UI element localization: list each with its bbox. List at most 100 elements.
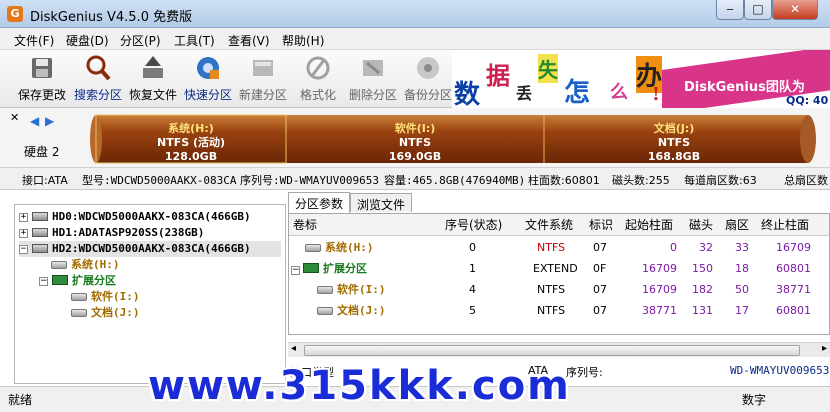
quick-partition-icon <box>197 57 219 79</box>
expand-icon[interactable]: + <box>19 213 28 222</box>
extended-partition-icon <box>52 275 68 285</box>
row-index: 0 <box>469 241 476 254</box>
row-index: 5 <box>469 304 476 317</box>
title-bar: G DiskGenius V4.5.0 免费版 ‒ □ ✕ <box>0 0 830 28</box>
numlock-indicator: 数字 <box>742 393 767 407</box>
prev-disk-icon[interactable]: ◀ <box>30 114 39 128</box>
row-head: 182 <box>692 283 713 296</box>
banner-char: ! <box>652 84 660 105</box>
partition-fs: NTFS <box>657 136 691 149</box>
banner-char: 么 <box>610 82 628 103</box>
row-fs: NTFS <box>537 283 566 296</box>
row-id: 0F <box>593 262 607 275</box>
row-head: 150 <box>692 262 713 275</box>
partition-block-documents[interactable]: 文档(J:) NTFS 168.8GB <box>544 113 804 165</box>
menu-file[interactable]: 文件(F) <box>14 32 54 49</box>
col-header-sector[interactable]: 扇区 <box>725 214 749 236</box>
row-fs: EXTEND <box>533 262 578 275</box>
partition-icon <box>71 309 87 317</box>
tool-label: 恢复文件 <box>128 88 177 102</box>
col-header-end-cyl[interactable]: 终止柱面 <box>761 214 809 236</box>
backup-partition-button[interactable]: 备份分区 <box>400 54 456 106</box>
scroll-left-icon[interactable]: ◂ <box>291 343 296 354</box>
quick-partition-button[interactable]: 快速分区 <box>180 54 236 106</box>
menu-bar: 文件(F) 硬盘(D) 分区(P) 工具(T) 查看(V) 帮助(H) <box>0 28 830 50</box>
partition-block-system[interactable]: 系统(H:) NTFS (活动) 128.0GB <box>96 113 286 165</box>
banner-char: 据 <box>486 61 510 90</box>
partition-fs: NTFS <box>398 136 432 149</box>
partition-block-software[interactable]: 软件(I:) NTFS 169.0GB <box>286 113 544 165</box>
row-start-cyl: 38771 <box>642 304 677 317</box>
partition-size: 169.0GB <box>388 150 442 163</box>
tree-item-hd1[interactable]: + HD1:ADATASP920SS(238GB) <box>19 225 204 241</box>
row-head: 131 <box>692 304 713 317</box>
watermark-text: www.315kkk.com <box>148 363 571 409</box>
col-header-fs[interactable]: 文件系统 <box>525 214 573 236</box>
table-row[interactable]: − 扩展分区 1 EXTEND 0F 16709 150 18 60801 <box>289 258 829 279</box>
scrollbar-thumb[interactable] <box>304 345 800 356</box>
collapse-icon[interactable]: − <box>39 277 48 286</box>
format-button[interactable]: 格式化 <box>290 54 346 106</box>
col-header-index[interactable]: 序号(状态) <box>445 214 502 236</box>
row-label: 扩展分区 <box>323 262 367 275</box>
close-button[interactable]: ✕ <box>772 0 818 20</box>
tree-item-label: 软件(I:) <box>91 290 140 303</box>
row-fs: NTFS <box>537 241 566 254</box>
delete-partition-icon <box>363 60 383 76</box>
menu-view[interactable]: 查看(V) <box>228 32 270 49</box>
tab-partition-params[interactable]: 分区参数 <box>288 192 351 213</box>
tree-item-label: HD2:WDCWD5000AAKX-083CA(466GB) <box>52 242 251 255</box>
col-header-label[interactable]: 卷标 <box>293 214 317 236</box>
table-row[interactable]: 文档(J:) 5 NTFS 07 38771 131 17 60801 <box>289 300 829 321</box>
partition-size: 168.8GB <box>647 150 701 163</box>
menu-tools[interactable]: 工具(T) <box>174 32 215 49</box>
collapse-icon[interactable]: − <box>291 266 300 275</box>
disk-tree: + HD0:WDCWD5000AAKX-083CA(466GB) + HD1:ADA… <box>14 204 286 384</box>
disk-model: 型号:WDCWD5000AAKX-083CA <box>82 174 237 187</box>
table-row[interactable]: 系统(H:) 0 NTFS 07 0 32 33 16709 <box>289 237 829 258</box>
minimize-button[interactable]: ‒ <box>716 0 744 20</box>
banner-char: 失 <box>538 54 558 83</box>
table-row[interactable]: 软件(I:) 4 NTFS 07 16709 182 50 38771 <box>289 279 829 300</box>
tree-item-extended[interactable]: − 扩展分区 <box>39 273 116 289</box>
tree-item-label: 扩展分区 <box>72 274 116 287</box>
col-header-start-cyl[interactable]: 起始柱面 <box>625 214 673 236</box>
disk-serial: 序列号:WD-WMAYUV009653 <box>240 174 379 187</box>
partition-icon <box>317 307 333 315</box>
tab-browse-files[interactable]: 浏览文件 <box>350 193 413 212</box>
serial-value: WD-WMAYUV009653 <box>730 364 830 377</box>
tree-item-hd0[interactable]: + HD0:WDCWD5000AAKX-083CA(466GB) <box>19 209 251 225</box>
tool-label: 格式化 <box>299 88 336 102</box>
tree-item-documents[interactable]: 文档(J:) <box>71 305 140 321</box>
horizontal-scrollbar[interactable]: ◂ ▸ <box>288 342 830 357</box>
menu-help[interactable]: 帮助(H) <box>282 32 324 49</box>
next-disk-icon[interactable]: ▶ <box>45 114 54 128</box>
col-header-id[interactable]: 标识 <box>589 214 613 236</box>
recover-file-button[interactable]: 恢复文件 <box>125 54 181 106</box>
hard-disk-icon <box>32 212 48 221</box>
close-panel-icon[interactable]: ✕ <box>10 111 19 124</box>
tree-item-system[interactable]: 系统(H:) <box>51 257 120 273</box>
search-partition-button[interactable]: 搜索分区 <box>70 54 126 106</box>
delete-partition-button[interactable]: 删除分区 <box>345 54 401 106</box>
partition-name: 系统(H:) <box>168 122 214 135</box>
disk-info-line: 接口:ATA 型号:WDCWD5000AAKX-083CA 序列号:WD-WMA… <box>0 168 830 190</box>
new-partition-button[interactable]: 新建分区 <box>235 54 291 106</box>
menu-partition[interactable]: 分区(P) <box>120 32 161 49</box>
tree-item-hd2[interactable]: − HD2:WDCWD5000AAKX-083CA(466GB) <box>19 241 281 257</box>
expand-icon[interactable]: + <box>19 229 28 238</box>
scroll-right-icon[interactable]: ▸ <box>822 343 827 354</box>
tool-label: 新建分区 <box>238 88 287 102</box>
tree-item-software[interactable]: 软件(I:) <box>71 289 140 305</box>
promo-banner[interactable]: 数 据 丢 失 怎 么 办 ! DiskGenius团队为 QQ: 40 <box>452 50 830 108</box>
row-sector: 33 <box>735 241 749 254</box>
col-header-head[interactable]: 磁头 <box>689 214 713 236</box>
format-icon <box>306 56 330 80</box>
menu-disk[interactable]: 硬盘(D) <box>66 32 109 49</box>
row-fs: NTFS <box>537 304 566 317</box>
save-changes-button[interactable]: 保存更改 <box>14 54 70 106</box>
collapse-icon[interactable]: − <box>19 245 28 254</box>
window-title: DiskGenius V4.5.0 免费版 <box>30 10 193 25</box>
disk-heads: 磁头数:255 <box>612 174 670 187</box>
maximize-button[interactable]: □ <box>744 0 772 20</box>
